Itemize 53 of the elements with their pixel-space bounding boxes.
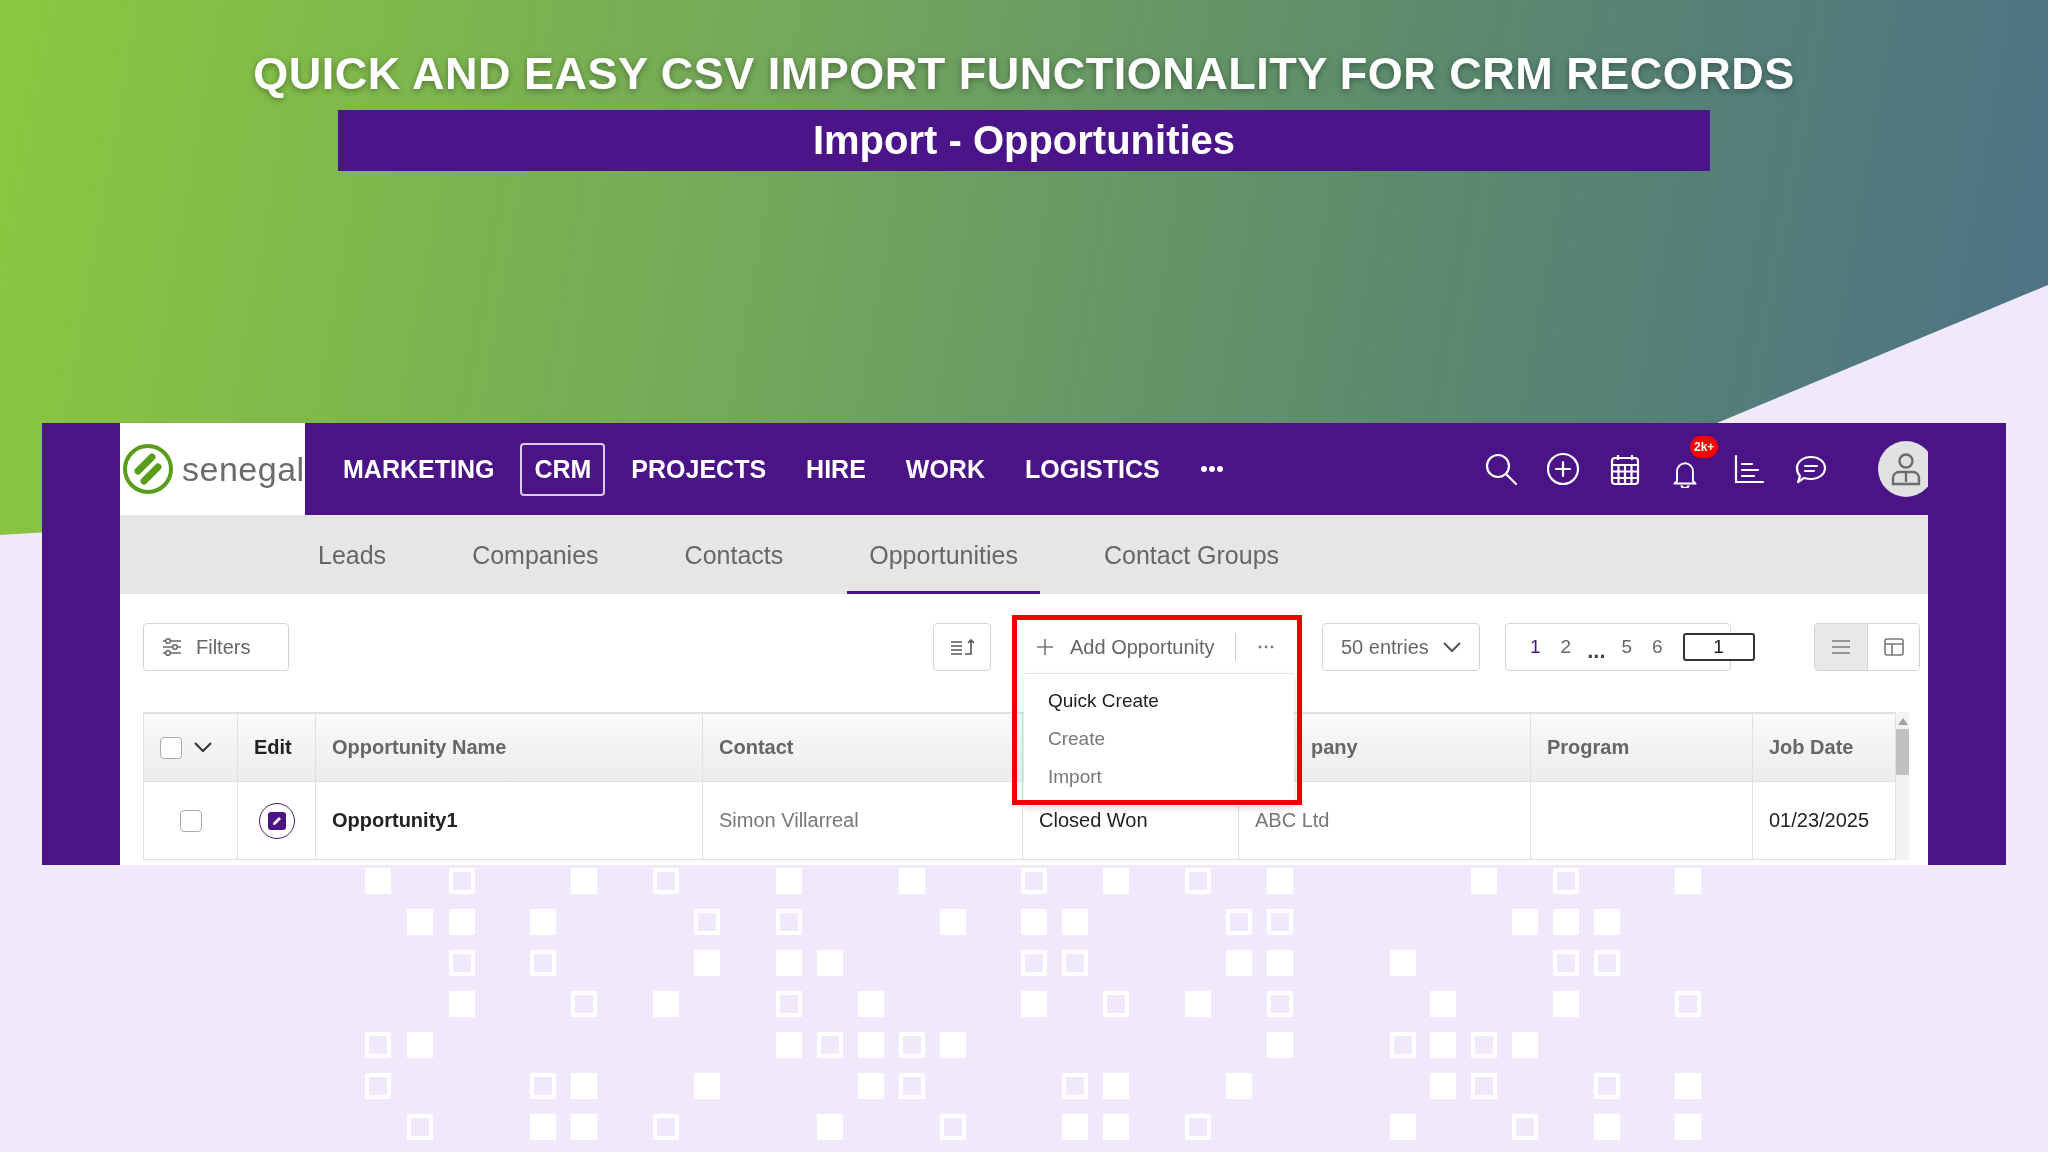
column-header[interactable]: Job Date: [1753, 712, 1896, 782]
bar-chart-icon[interactable]: [1732, 452, 1766, 486]
pencil-icon: [267, 811, 286, 830]
column-header[interactable]: Edit: [238, 712, 316, 782]
nav-item[interactable]: PROJECTS: [617, 442, 781, 496]
scrollbar[interactable]: [1896, 712, 1909, 860]
sliders-icon: [162, 637, 182, 657]
column-header[interactable]: Contact: [703, 712, 1023, 782]
filters-button[interactable]: Filters: [143, 623, 289, 671]
row-checkbox[interactable]: [179, 809, 202, 832]
tab[interactable]: Companies: [450, 515, 621, 594]
search-icon[interactable]: [1484, 452, 1518, 486]
nav-item[interactable]: CRM: [520, 442, 606, 496]
ellipsis: ...: [1586, 638, 1607, 664]
chevron-down-icon: [1443, 641, 1461, 653]
list-icon: [1831, 639, 1851, 655]
nav-item[interactable]: WORK: [891, 442, 999, 496]
table-cell: Opportunity1: [316, 782, 703, 860]
table-cell: ABC Ltd: [1239, 782, 1531, 860]
chevron-down-icon[interactable]: [194, 742, 212, 753]
subtitle-banner: Import - Opportunities: [338, 110, 1710, 171]
tab[interactable]: Contact Groups: [1081, 515, 1302, 594]
board-view-button[interactable]: [1867, 624, 1919, 670]
page-link[interactable]: 1: [1524, 636, 1547, 658]
notification-badge: 2k+: [1690, 436, 1719, 458]
nav-item[interactable]: HIRE: [792, 442, 880, 496]
more-icon[interactable]: [1199, 465, 1224, 473]
brand-name: senegal: [182, 449, 305, 489]
list-arrow-icon: [950, 636, 974, 658]
table-cell: Simon Villarreal: [703, 782, 1023, 860]
page-link[interactable]: 5: [1615, 636, 1639, 658]
calendar-icon[interactable]: [1608, 452, 1642, 486]
page-link[interactable]: 2: [1554, 636, 1578, 658]
select-all-checkbox[interactable]: [160, 736, 182, 759]
tab[interactable]: Leads: [296, 515, 409, 594]
board-icon: [1883, 638, 1904, 656]
column-header[interactable]: Opportunity Name: [316, 712, 703, 782]
headline: QUICK AND EASY CSV IMPORT FUNCTIONALITY FOR CRM RECORDS: [253, 48, 1795, 100]
edit-button[interactable]: [258, 802, 295, 839]
tab[interactable]: Contacts: [662, 515, 806, 594]
add-circle-icon[interactable]: [1546, 452, 1580, 486]
entries-dropdown[interactable]: 50 entries: [1322, 623, 1480, 671]
page-link[interactable]: 6: [1646, 636, 1669, 658]
avatar[interactable]: [1878, 441, 1928, 497]
import-button[interactable]: [933, 623, 991, 671]
page-input[interactable]: 1: [1682, 633, 1755, 661]
add-opportunity-button[interactable]: Add Opportunity: [1070, 635, 1215, 659]
nav-item[interactable]: LOGISTICS: [1011, 442, 1174, 496]
column-header[interactable]: Program: [1531, 712, 1753, 782]
person-icon: [1891, 452, 1921, 486]
nav-item[interactable]: MARKETING: [329, 442, 509, 496]
plus-icon: [1036, 638, 1054, 656]
tab[interactable]: Opportunities: [847, 515, 1040, 594]
